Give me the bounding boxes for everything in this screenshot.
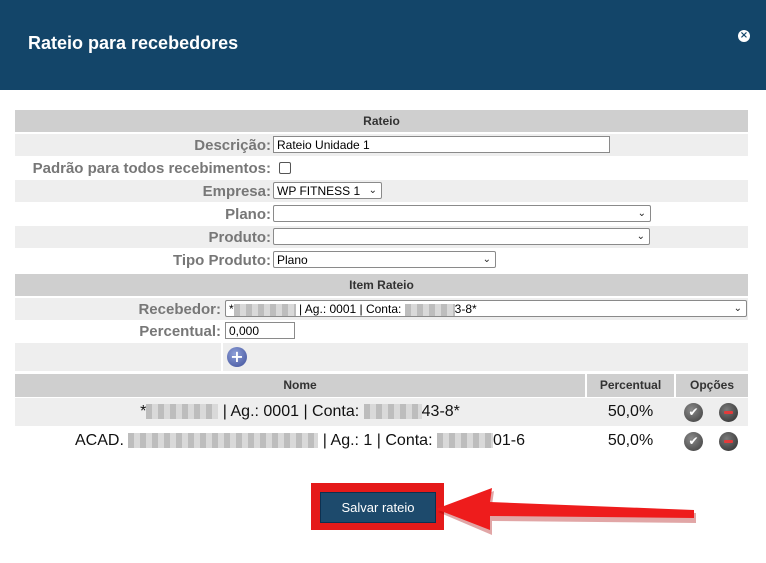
- save-button[interactable]: Salvar rateio: [320, 492, 436, 523]
- column-opcoes: Opções: [676, 374, 748, 397]
- produto-select[interactable]: ⌄: [273, 228, 650, 245]
- row-padrao: Padrão para todos recebimentos:: [15, 157, 748, 179]
- nome-mid: | Ag.: 1 | Conta:: [322, 432, 433, 449]
- recebedor-select[interactable]: * | Ag.: 0001 | Conta: 3-8* ⌄: [225, 300, 747, 317]
- descricao-input[interactable]: Rateio Unidade 1: [273, 136, 610, 153]
- chevron-down-icon: ⌄: [368, 185, 377, 196]
- row-percentual: Percentual: 0,000: [15, 320, 748, 342]
- percentual-input[interactable]: 0,000: [225, 322, 295, 339]
- chevron-down-icon: ⌄: [636, 231, 645, 242]
- empresa-label: Empresa:: [202, 183, 271, 200]
- close-icon[interactable]: ×: [738, 30, 750, 42]
- add-item-icon[interactable]: +: [227, 347, 247, 367]
- row-percentual: 50,0%: [607, 432, 654, 449]
- add-area-left: [15, 343, 221, 371]
- row-tipo-produto: Tipo Produto: Plano ⌄: [15, 249, 748, 271]
- column-nome: Nome: [15, 374, 585, 397]
- plano-select[interactable]: ⌄: [273, 205, 651, 222]
- remove-icon[interactable]: [719, 432, 738, 451]
- edit-check-icon[interactable]: ✔: [684, 403, 703, 422]
- empresa-select[interactable]: WP FITNESS 1 ⌄: [273, 182, 382, 199]
- row-descricao: Descrição: Rateio Unidade 1: [15, 134, 748, 156]
- produto-label: Produto:: [208, 229, 271, 246]
- table-row: * | Ag.: 0001 | Conta: 43-8* 50,0% ✔: [15, 398, 748, 426]
- add-area-right: [223, 343, 748, 371]
- table-row: ACAD. | Ag.: 1 | Conta: 01-6 50,0% ✔: [15, 427, 748, 455]
- nome-suffix: 43-8*: [421, 403, 460, 420]
- nome-prefix: ACAD.: [74, 432, 124, 449]
- section-rateio: Rateio: [15, 110, 748, 132]
- section-item-rateio: Item Rateio: [15, 274, 748, 296]
- redacted-text: [128, 433, 319, 449]
- empresa-selected: WP FITNESS 1: [277, 184, 361, 198]
- row-nome: * | Ag.: 0001 | Conta: 43-8*: [15, 398, 585, 426]
- plano-label: Plano:: [225, 206, 271, 223]
- redacted-text: [146, 404, 219, 420]
- redacted-text: [436, 433, 493, 449]
- padrao-label: Padrão para todos recebimentos:: [32, 160, 271, 177]
- dialog-header: Rateio para recebedores ×: [0, 0, 766, 90]
- tipo-produto-label: Tipo Produto:: [172, 252, 271, 269]
- padrao-checkbox[interactable]: [279, 162, 291, 174]
- percentual-label: Percentual:: [139, 323, 221, 340]
- red-arrow-annotation: [436, 488, 696, 535]
- recebedor-suffix: 3-8*: [454, 302, 477, 316]
- chevron-down-icon: ⌄: [733, 303, 742, 314]
- row-empresa: Empresa: WP FITNESS 1 ⌄: [15, 180, 748, 202]
- tipo-produto-select[interactable]: Plano ⌄: [273, 251, 496, 268]
- redacted-text: [404, 303, 455, 316]
- tipo-produto-selected: Plano: [277, 253, 308, 267]
- row-recebedor: Recebedor: * | Ag.: 0001 | Conta: 3-8* ⌄: [15, 298, 748, 320]
- chevron-down-icon: ⌄: [637, 208, 646, 219]
- row-nome: ACAD. | Ag.: 1 | Conta: 01-6: [15, 427, 585, 455]
- redacted-text: [233, 303, 296, 316]
- column-percentual: Percentual: [587, 374, 674, 397]
- recebedor-mid: | Ag.: 0001 | Conta:: [299, 302, 402, 316]
- chevron-down-icon: ⌄: [482, 254, 491, 265]
- edit-check-icon[interactable]: ✔: [684, 432, 703, 451]
- row-percentual: 50,0%: [607, 403, 654, 420]
- descricao-label: Descrição:: [194, 137, 271, 154]
- row-plano: Plano: ⌄: [15, 203, 748, 225]
- recebedor-label: Recebedor:: [138, 301, 221, 318]
- nome-mid: | Ag.: 0001 | Conta:: [222, 403, 360, 420]
- redacted-text: [363, 404, 422, 420]
- row-produto: Produto: ⌄: [15, 226, 748, 248]
- remove-icon[interactable]: [719, 403, 738, 422]
- nome-suffix: 01-6: [492, 432, 525, 449]
- dialog-title: Rateio para recebedores: [28, 33, 239, 53]
